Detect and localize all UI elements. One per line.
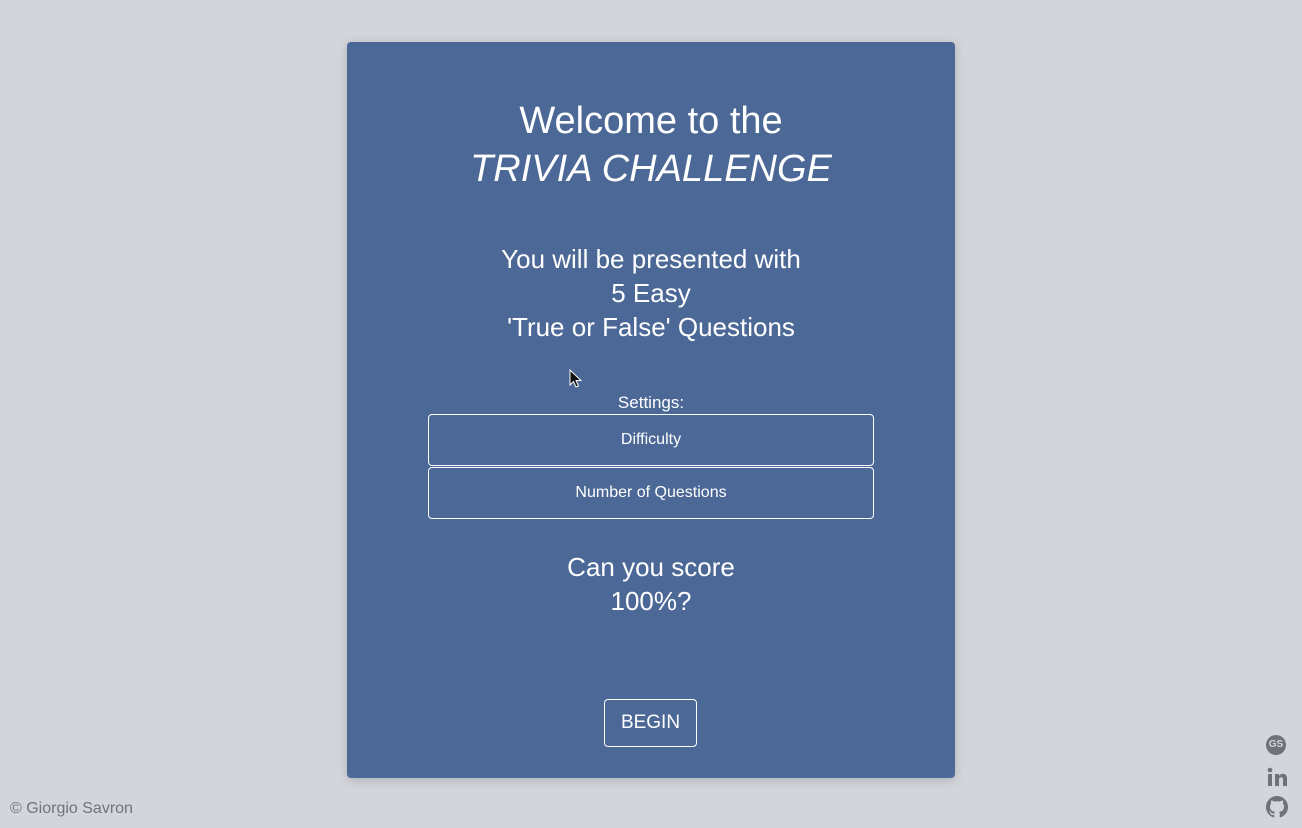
settings-label: Settings: <box>617 393 685 412</box>
intro-line-2: 5 Easy <box>611 278 691 308</box>
difficulty-button[interactable]: Difficulty <box>428 414 874 466</box>
welcome-card: Welcome to the TRIVIA CHALLENGE You will… <box>347 42 955 778</box>
score-prompt: Can you score 100%? <box>347 550 955 618</box>
footer-copyright: © Giorgio Savron <box>10 800 133 817</box>
score-line-2: 100%? <box>610 586 692 616</box>
begin-button[interactable]: BEGIN <box>604 699 697 747</box>
gs-logo-icon[interactable]: GS <box>1266 735 1288 757</box>
title-line: Welcome to the <box>519 100 783 142</box>
intro-text: You will be presented with 5 Easy 'True … <box>347 242 955 344</box>
page: Welcome to the TRIVIA CHALLENGE You will… <box>0 0 1302 828</box>
github-glyph <box>1266 796 1288 818</box>
intro-line-3: 'True or False' Questions <box>507 312 795 342</box>
title-brand: TRIVIA CHALLENGE <box>470 148 832 190</box>
number-of-questions-button[interactable]: Number of Questions <box>428 467 874 519</box>
linkedin-icon[interactable] <box>1266 766 1288 788</box>
page-title: Welcome to the TRIVIA CHALLENGE <box>347 97 955 193</box>
score-line-1: Can you score <box>567 552 735 582</box>
linkedin-glyph <box>1267 767 1287 786</box>
github-icon[interactable] <box>1266 796 1288 818</box>
mouse-cursor-icon <box>569 369 583 388</box>
gs-badge: GS <box>1266 735 1286 755</box>
intro-line-1: You will be presented with <box>501 244 801 274</box>
